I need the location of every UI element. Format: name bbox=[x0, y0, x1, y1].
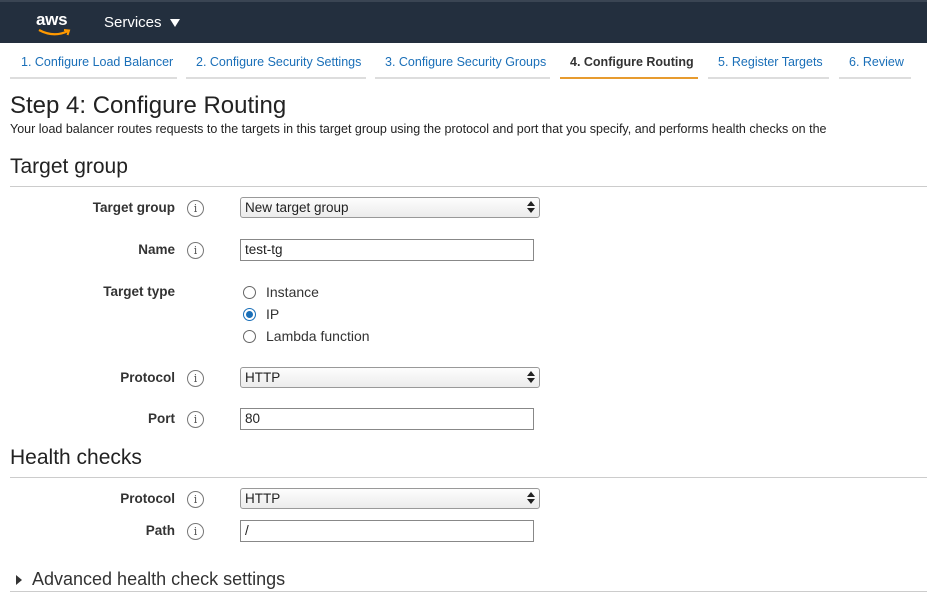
target-type-option-ip[interactable]: IP bbox=[243, 306, 279, 322]
wizard-step-4-active[interactable]: 4. Configure Routing bbox=[570, 55, 694, 69]
health-protocol-select[interactable]: HTTP bbox=[240, 488, 540, 509]
radio-label: IP bbox=[266, 306, 280, 322]
section-divider bbox=[10, 186, 927, 187]
section-divider bbox=[10, 477, 927, 478]
target-group-section-title: Target group bbox=[10, 155, 128, 178]
expand-arrow-icon bbox=[16, 574, 22, 585]
top-navigation-bar: aws Services bbox=[0, 0, 927, 43]
wizard-step-5[interactable]: 5. Register Targets bbox=[718, 55, 823, 69]
wizard-step-4-underline bbox=[560, 77, 698, 79]
wizard-steps: 1. Configure Load Balancer 2. Configure … bbox=[0, 43, 927, 81]
caret-down-icon bbox=[169, 18, 180, 27]
target-group-label: Target group bbox=[92, 200, 175, 215]
target-type-option-lambda[interactable]: Lambda function bbox=[243, 328, 370, 344]
health-path-input[interactable]: / bbox=[240, 520, 534, 542]
port-input[interactable]: 80 bbox=[240, 408, 534, 430]
target-type-label: Target type bbox=[103, 284, 175, 299]
target-group-select-value: New target group bbox=[245, 200, 349, 215]
wizard-step-1[interactable]: 1. Configure Load Balancer bbox=[21, 55, 173, 69]
advanced-health-check-settings-label: Advanced health check settings bbox=[32, 569, 286, 589]
info-icon[interactable]: i bbox=[187, 491, 204, 508]
health-checks-section-title: Health checks bbox=[10, 446, 142, 469]
target-type-option-instance[interactable]: Instance bbox=[243, 284, 319, 300]
services-menu-button[interactable]: Services bbox=[104, 14, 180, 31]
info-icon[interactable]: i bbox=[187, 200, 204, 217]
select-arrows-icon bbox=[527, 201, 535, 214]
info-icon[interactable]: i bbox=[187, 370, 204, 387]
name-input[interactable]: test-tg bbox=[240, 239, 534, 261]
name-label: Name bbox=[138, 242, 175, 257]
wizard-step-3-underline bbox=[375, 77, 550, 79]
select-arrows-icon bbox=[527, 371, 535, 384]
radio-label: Lambda function bbox=[266, 328, 370, 344]
section-divider bbox=[10, 591, 927, 592]
aws-smile-icon bbox=[38, 29, 71, 36]
aws-logo[interactable]: aws bbox=[36, 10, 72, 36]
wizard-step-2[interactable]: 2. Configure Security Settings bbox=[196, 55, 361, 69]
page-description: Your load balancer routes requests to th… bbox=[10, 122, 827, 136]
wizard-step-3[interactable]: 3. Configure Security Groups bbox=[385, 55, 546, 69]
radio-button[interactable] bbox=[243, 329, 256, 343]
protocol-select[interactable]: HTTP bbox=[240, 367, 540, 388]
wizard-step-5-underline bbox=[708, 77, 829, 79]
wizard-step-1-underline bbox=[10, 77, 177, 79]
select-arrows-icon bbox=[527, 492, 535, 505]
health-protocol-label: Protocol bbox=[120, 491, 175, 506]
aws-logo-text: aws bbox=[36, 10, 68, 29]
services-label: Services bbox=[104, 14, 162, 31]
wizard-step-6[interactable]: 6. Review bbox=[849, 55, 904, 69]
advanced-health-check-settings-toggle[interactable]: Advanced health check settings bbox=[16, 569, 285, 590]
health-path-label: Path bbox=[145, 523, 175, 538]
wizard-step-6-underline bbox=[839, 77, 911, 79]
target-group-select[interactable]: New target group bbox=[240, 197, 540, 218]
radio-button[interactable] bbox=[243, 285, 256, 299]
protocol-select-value: HTTP bbox=[245, 370, 281, 385]
protocol-label: Protocol bbox=[120, 370, 175, 385]
radio-label: Instance bbox=[266, 284, 319, 300]
info-icon[interactable]: i bbox=[187, 242, 204, 259]
info-icon[interactable]: i bbox=[187, 523, 204, 540]
info-icon[interactable]: i bbox=[187, 411, 204, 428]
radio-button-selected[interactable] bbox=[243, 307, 256, 321]
wizard-step-2-underline bbox=[186, 77, 366, 79]
health-protocol-select-value: HTTP bbox=[245, 491, 281, 506]
port-label: Port bbox=[148, 411, 175, 426]
page-title: Step 4: Configure Routing bbox=[10, 92, 287, 119]
